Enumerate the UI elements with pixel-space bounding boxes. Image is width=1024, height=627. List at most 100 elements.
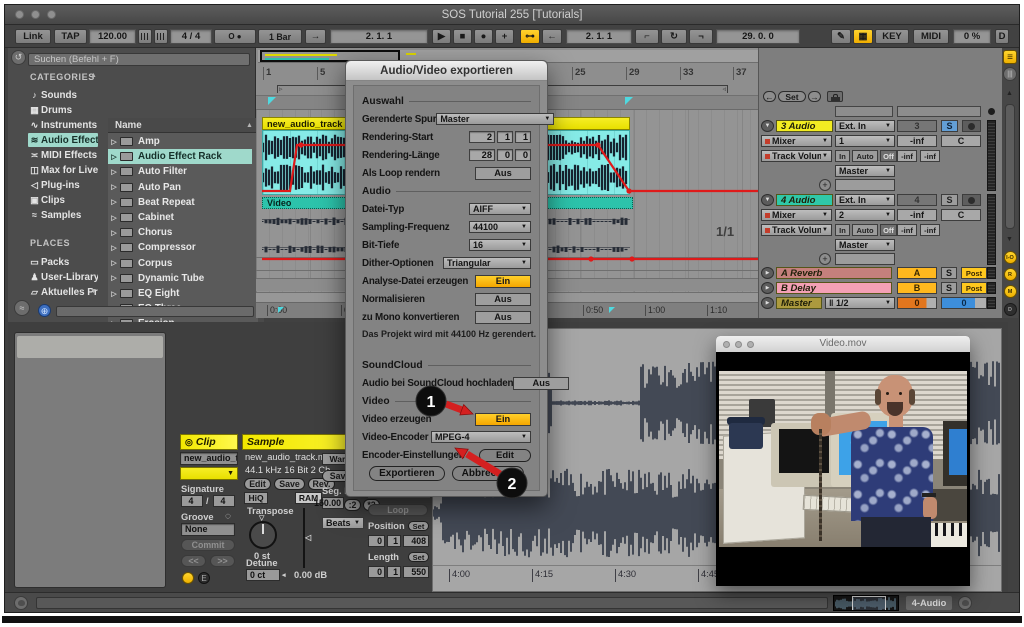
clip-color-chooser[interactable]: ▼ bbox=[180, 467, 238, 480]
back-to-arrangement-icon[interactable]: ← bbox=[542, 29, 562, 44]
seg-bpm-value[interactable]: 150.00 bbox=[314, 497, 344, 509]
link-button[interactable]: Link bbox=[15, 29, 51, 44]
minimize-icon[interactable] bbox=[31, 10, 40, 19]
set-locator-button[interactable]: Set bbox=[778, 91, 806, 102]
return-name[interactable]: A Reverb bbox=[776, 267, 892, 279]
video-encoder-select[interactable]: MPEG-4 ▼ bbox=[431, 431, 531, 443]
mixer-sections-icon[interactable]: ||| bbox=[1003, 67, 1017, 81]
clip-name-field[interactable]: new_audio_t bbox=[180, 452, 238, 465]
exportieren-button[interactable]: Exportieren bbox=[369, 466, 445, 481]
routing-select[interactable]: Mixer ▼ bbox=[761, 209, 832, 221]
metronome-icon[interactable] bbox=[138, 29, 152, 44]
stop-icon[interactable]: ■ bbox=[453, 29, 472, 44]
mixer-field[interactable]: Off bbox=[880, 150, 897, 162]
halve-tempo-button[interactable]: :2 bbox=[344, 499, 361, 511]
device-row-dynamic-tube[interactable]: ▷ Dynamic Tube bbox=[108, 271, 252, 286]
mixer-field[interactable]: B bbox=[897, 282, 937, 294]
preview-wave-icon[interactable]: ≈ bbox=[14, 300, 30, 316]
prev-locator-icon[interactable]: ← bbox=[763, 91, 776, 102]
nudge-prev-button[interactable]: << bbox=[181, 555, 206, 567]
sidebar-item-packs[interactable]: ▭ Packs bbox=[28, 255, 98, 269]
scroll-up-icon[interactable]: ▲ bbox=[1006, 90, 1013, 97]
mixer-field[interactable]: S bbox=[941, 120, 958, 132]
key-map-button[interactable]: KEY bbox=[875, 29, 909, 44]
sidebar-item-samples[interactable]: ≈ Samples bbox=[28, 208, 98, 222]
add-automation-icon[interactable]: + bbox=[819, 253, 831, 265]
zoom-icon[interactable] bbox=[47, 10, 56, 19]
abbrechen-button[interactable]: Abbrechen bbox=[451, 466, 524, 481]
mixer-field[interactable]: -inf bbox=[897, 209, 937, 221]
device-row-corpus[interactable]: ▷ Corpus bbox=[108, 256, 252, 271]
device-row-auto-pan[interactable]: ▷ Auto Pan bbox=[108, 180, 252, 195]
gain-value[interactable]: 0.00 dB bbox=[294, 570, 327, 580]
signature-numerator[interactable]: 4 bbox=[181, 495, 203, 507]
als-loop-rendern-toggle[interactable]: Aus bbox=[475, 166, 531, 180]
scroll-down-icon[interactable]: ▼ bbox=[1006, 236, 1013, 243]
sidebar-item-max-for-live[interactable]: ◫ Max for Live bbox=[28, 163, 98, 177]
sidebar-item-aktuelles-pr[interactable]: ▱ Aktuelles Pr bbox=[28, 285, 98, 299]
mixer-field[interactable]: -inf bbox=[897, 224, 917, 236]
position-beats[interactable]: 1 bbox=[387, 535, 401, 547]
mixer-field[interactable]: Off bbox=[880, 224, 897, 236]
warp-mode-select[interactable]: Beats ▼ bbox=[322, 517, 364, 529]
routing-select[interactable]: Master ▼ bbox=[835, 239, 895, 251]
mixer-field[interactable]: 3 bbox=[897, 120, 937, 132]
rendering-l-nge-field-0[interactable]: 28 bbox=[469, 149, 495, 161]
sidebar-item-audio-effect[interactable]: ≋ Audio Effect bbox=[28, 133, 98, 147]
video-erzeugen-toggle[interactable]: Ein bbox=[475, 412, 531, 426]
mixer-field[interactable]: C bbox=[941, 135, 981, 147]
add-automation-icon[interactable]: + bbox=[819, 179, 831, 191]
mixer-field[interactable]: S bbox=[941, 194, 958, 206]
mixer-field[interactable] bbox=[835, 179, 895, 191]
device-row-compressor[interactable]: ▷ Compressor bbox=[108, 240, 252, 255]
master-play-icon[interactable]: ▶ bbox=[761, 297, 774, 309]
mixer-field[interactable]: -inf bbox=[897, 150, 917, 162]
search-input[interactable]: Suchen (Befehl + F) bbox=[28, 53, 250, 66]
punch-out-icon[interactable]: ¬ bbox=[689, 29, 713, 44]
mixer-field[interactable]: 0 bbox=[897, 297, 937, 309]
mixer-field[interactable]: Auto bbox=[852, 224, 878, 236]
record-icon[interactable]: ● bbox=[474, 29, 493, 44]
dither-optionen-select[interactable]: Triangular ▼ bbox=[443, 257, 531, 269]
scrollbar-thumb[interactable] bbox=[1005, 104, 1015, 229]
gerenderte-spur-select[interactable]: Master ▼ bbox=[436, 113, 555, 125]
punch-in-icon[interactable]: ⌐ bbox=[635, 29, 659, 44]
quantize-button[interactable]: O ● bbox=[214, 29, 256, 44]
routing-select[interactable]: ‖ 1/2 ▼ bbox=[825, 297, 895, 309]
io-section-toggle[interactable]: I-O bbox=[1003, 251, 1017, 264]
sidebar-item-user-library[interactable]: ♟ User-Library bbox=[28, 270, 98, 284]
normalisieren-toggle[interactable]: Aus bbox=[475, 292, 531, 306]
video-zoom-icon[interactable] bbox=[747, 340, 754, 348]
follow-button[interactable]: → bbox=[305, 29, 326, 44]
routing-select[interactable]: 2 ▼ bbox=[835, 209, 895, 221]
sidebar-item-instruments[interactable]: ∿ Instruments bbox=[28, 118, 98, 132]
gain-handle-icon[interactable]: ◁ bbox=[305, 533, 311, 542]
device-list-name-header[interactable]: Name bbox=[108, 118, 258, 133]
device-row-audio-effect-rack[interactable]: ▷ Audio Effect Rack bbox=[108, 149, 252, 165]
bit-tiefe-select[interactable]: 16 ▼ bbox=[469, 239, 531, 251]
envelope-box-icon[interactable]: E bbox=[198, 572, 210, 584]
mixer-field[interactable]: Post bbox=[961, 282, 987, 294]
device-row-amp[interactable]: ▷ Amp bbox=[108, 134, 252, 149]
return-play-icon[interactable]: ▶ bbox=[761, 282, 774, 294]
device-row-chorus[interactable]: ▷ Chorus bbox=[108, 225, 252, 240]
track-name[interactable]: 3 Audio bbox=[776, 120, 833, 132]
mixer-field[interactable]: In bbox=[835, 224, 850, 236]
hotswap-globe-icon[interactable]: ⊕ bbox=[38, 304, 51, 317]
track-fold-icon[interactable]: ▼ bbox=[761, 120, 774, 132]
arm-button[interactable] bbox=[962, 194, 981, 206]
automation-arm-icon[interactable]: ⊶ bbox=[520, 29, 540, 44]
device-row-beat-repeat[interactable]: ▷ Beat Repeat bbox=[108, 195, 252, 210]
overdub-icon[interactable]: + bbox=[495, 29, 514, 44]
mixer-field[interactable]: C bbox=[941, 209, 981, 221]
mixer-field[interactable]: 0 bbox=[941, 297, 987, 309]
time-signature-display[interactable]: 4 / 4 bbox=[170, 29, 212, 44]
video-minimize-icon[interactable] bbox=[735, 340, 742, 348]
places-scroll-down-icon[interactable]: ▼ bbox=[90, 288, 97, 295]
sidebar-item-clips[interactable]: ▣ Clips bbox=[28, 193, 98, 207]
mixer-field[interactable]: Auto bbox=[852, 150, 878, 162]
length-bars[interactable]: 0 bbox=[368, 566, 385, 578]
length-sixteenths[interactable]: 550 bbox=[403, 566, 429, 578]
sidebar-item-plug-ins[interactable]: ◁ Plug-ins bbox=[28, 178, 98, 192]
arrangement-position-display[interactable]: 2. 1. 1 bbox=[330, 29, 428, 44]
